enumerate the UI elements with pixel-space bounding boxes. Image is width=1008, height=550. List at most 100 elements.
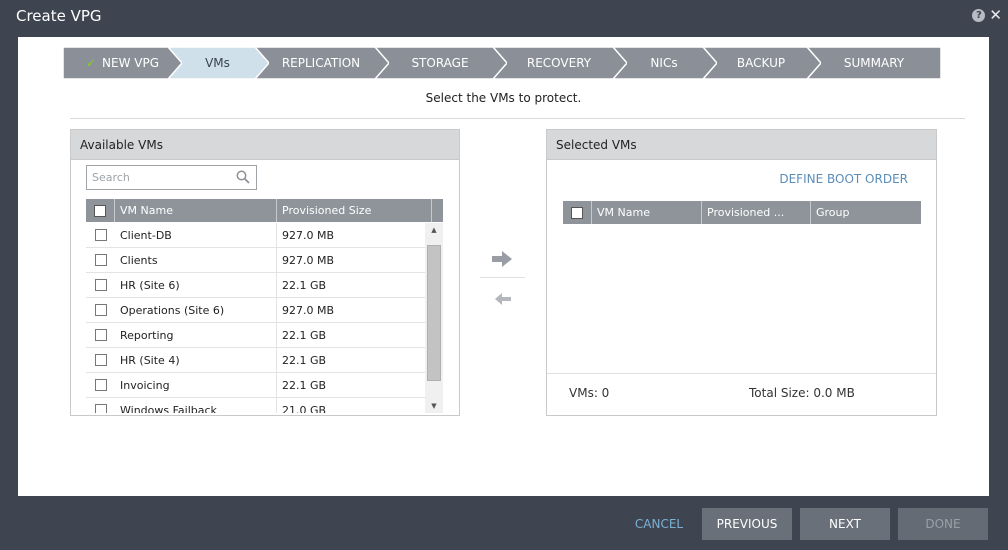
arrow-right-icon — [492, 251, 512, 267]
available-vms-list: Client-DB 927.0 MB Clients 927.0 MB HR (Site… — [86, 223, 426, 413]
row-checkbox-cell — [86, 379, 115, 391]
arrow-left-icon — [495, 293, 511, 305]
available-vms-title: Available VMs — [71, 130, 459, 160]
col-vm-name[interactable]: VM Name — [115, 199, 277, 222]
scroll-down-icon[interactable]: ▼ — [425, 399, 443, 413]
wizard-steps: ✓ NEW VPG VMs REPLICATION STORAGE RECOVERY NIC… — [63, 47, 941, 79]
vm-size-cell: 927.0 MB — [282, 303, 335, 317]
select-all-checkbox[interactable] — [94, 204, 106, 217]
divider — [70, 118, 965, 119]
next-button[interactable]: NEXT — [800, 508, 890, 540]
create-vpg-dialog: Create VPG ? ✕ ✓ NEW VPG VMs REPLICATION STO… — [0, 0, 1008, 550]
vm-name-cell: Clients — [115, 247, 277, 273]
vm-size-cell: 927.0 MB — [282, 228, 335, 242]
wizard-step-recovery[interactable]: RECOVERY — [487, 47, 627, 79]
table-row[interactable]: Operations (Site 6) 927.0 MB — [86, 297, 426, 323]
available-vms-panel: Available VMs VM Name Provisioned Size C… — [70, 129, 460, 416]
step-label: RECOVERY — [526, 56, 592, 70]
row-checkbox[interactable] — [94, 404, 107, 413]
row-checkbox[interactable] — [94, 279, 107, 291]
selected-col-vm-name[interactable]: VM Name — [592, 201, 702, 224]
arrow-divider — [480, 277, 525, 278]
vm-name-cell: Invoicing — [115, 372, 277, 398]
table-row[interactable]: HR (Site 6) 22.1 GB — [86, 272, 426, 298]
step-label: REPLICATION — [281, 56, 361, 70]
col-spacer — [432, 199, 443, 222]
previous-button[interactable]: PREVIOUS — [702, 508, 792, 540]
selected-vms-title: Selected VMs — [547, 130, 936, 160]
search-input[interactable] — [87, 166, 227, 189]
wizard-step-storage[interactable]: STORAGE — [369, 47, 507, 79]
vm-name-cell: Windows Failback — [115, 397, 277, 413]
search-icon[interactable] — [236, 170, 250, 184]
wizard-step-new-vpg[interactable]: ✓ NEW VPG — [63, 47, 182, 79]
table-row[interactable]: Client-DB 927.0 MB — [86, 223, 426, 248]
row-checkbox-cell — [86, 304, 115, 316]
dialog-title: Create VPG — [16, 7, 102, 25]
table-row[interactable]: Windows Failback 21.0 GB — [86, 397, 426, 414]
done-button[interactable]: DONE — [898, 508, 988, 540]
col-provisioned-size[interactable]: Provisioned Size — [277, 199, 432, 222]
vm-size-cell: 22.1 GB — [282, 378, 327, 392]
available-grid-header: VM Name Provisioned Size — [86, 199, 443, 222]
vm-size-cell: 22.1 GB — [282, 353, 327, 367]
row-checkbox-cell — [86, 279, 115, 291]
step-label: BACKUP — [736, 56, 786, 70]
help-icon[interactable]: ? — [972, 9, 986, 22]
select-all-cell — [86, 199, 115, 222]
instruction-text: Select the VMs to protect. — [425, 91, 582, 105]
vm-name-cell: Operations (Site 6) — [115, 297, 277, 323]
table-row[interactable]: HR (Site 4) 22.1 GB — [86, 347, 426, 373]
cancel-button[interactable]: CANCEL — [627, 508, 691, 540]
table-row[interactable]: Invoicing 22.1 GB — [86, 372, 426, 398]
row-checkbox-cell — [86, 404, 115, 413]
row-checkbox[interactable] — [94, 229, 107, 241]
vm-size-cell: 21.0 GB — [282, 403, 327, 414]
vm-name-cell: HR (Site 4) — [115, 347, 277, 373]
remove-vm-button[interactable] — [493, 290, 513, 308]
scrollbar[interactable]: ▲ ▼ — [425, 223, 443, 413]
step-label: SUMMARY — [843, 56, 905, 70]
dialog-content: ✓ NEW VPG VMs REPLICATION STORAGE RECOVERY NIC… — [18, 37, 989, 496]
total-size: Total Size: 0.0 MB — [749, 386, 855, 400]
row-checkbox[interactable] — [94, 329, 107, 341]
vm-size-cell: 22.1 GB — [282, 278, 327, 292]
vm-size-cell: 22.1 GB — [282, 328, 327, 342]
row-checkbox-cell — [86, 229, 115, 241]
vms-count: VMs: 0 — [569, 386, 610, 400]
wizard-step-summary[interactable]: SUMMARY — [801, 47, 941, 79]
row-checkbox-cell — [86, 354, 115, 366]
vm-name-cell: HR (Site 6) — [115, 272, 277, 298]
row-checkbox[interactable] — [94, 304, 107, 316]
row-checkbox[interactable] — [94, 354, 107, 366]
selected-select-all-checkbox[interactable] — [571, 206, 583, 219]
step-label: STORAGE — [411, 56, 469, 70]
scroll-thumb[interactable] — [427, 245, 441, 381]
selected-grid-header: VM Name Provisioned ... Group — [563, 201, 921, 224]
search-box — [86, 165, 257, 190]
row-checkbox[interactable] — [94, 379, 107, 391]
selected-vms-panel: Selected VMs DEFINE BOOT ORDER VM Name P… — [546, 129, 937, 416]
add-vm-button[interactable] — [490, 248, 514, 270]
wizard-step-replication[interactable]: REPLICATION — [249, 47, 389, 79]
scroll-up-icon[interactable]: ▲ — [425, 223, 443, 237]
row-checkbox-cell — [86, 329, 115, 341]
step-label: NEW VPG — [102, 56, 160, 70]
selected-select-all-cell — [563, 201, 592, 224]
table-row[interactable]: Clients 927.0 MB — [86, 247, 426, 273]
selected-col-provisioned[interactable]: Provisioned ... — [702, 201, 811, 224]
step-label: VMs — [205, 56, 230, 70]
define-boot-order-link[interactable]: DEFINE BOOT ORDER — [779, 172, 908, 186]
close-icon[interactable]: ✕ — [989, 8, 1002, 23]
check-icon: ✓ — [85, 56, 97, 70]
step-label: NICs — [650, 56, 678, 70]
row-checkbox[interactable] — [94, 254, 107, 266]
title-icons: ? ✕ — [972, 8, 1002, 23]
table-row[interactable]: Reporting 22.1 GB — [86, 322, 426, 348]
vm-name-cell: Reporting — [115, 322, 277, 348]
vm-name-cell: Client-DB — [115, 223, 277, 248]
vm-size-cell: 927.0 MB — [282, 253, 335, 267]
selected-col-group[interactable]: Group — [811, 201, 921, 224]
row-checkbox-cell — [86, 254, 115, 266]
selected-summary: VMs: 0 Total Size: 0.0 MB — [547, 373, 936, 415]
